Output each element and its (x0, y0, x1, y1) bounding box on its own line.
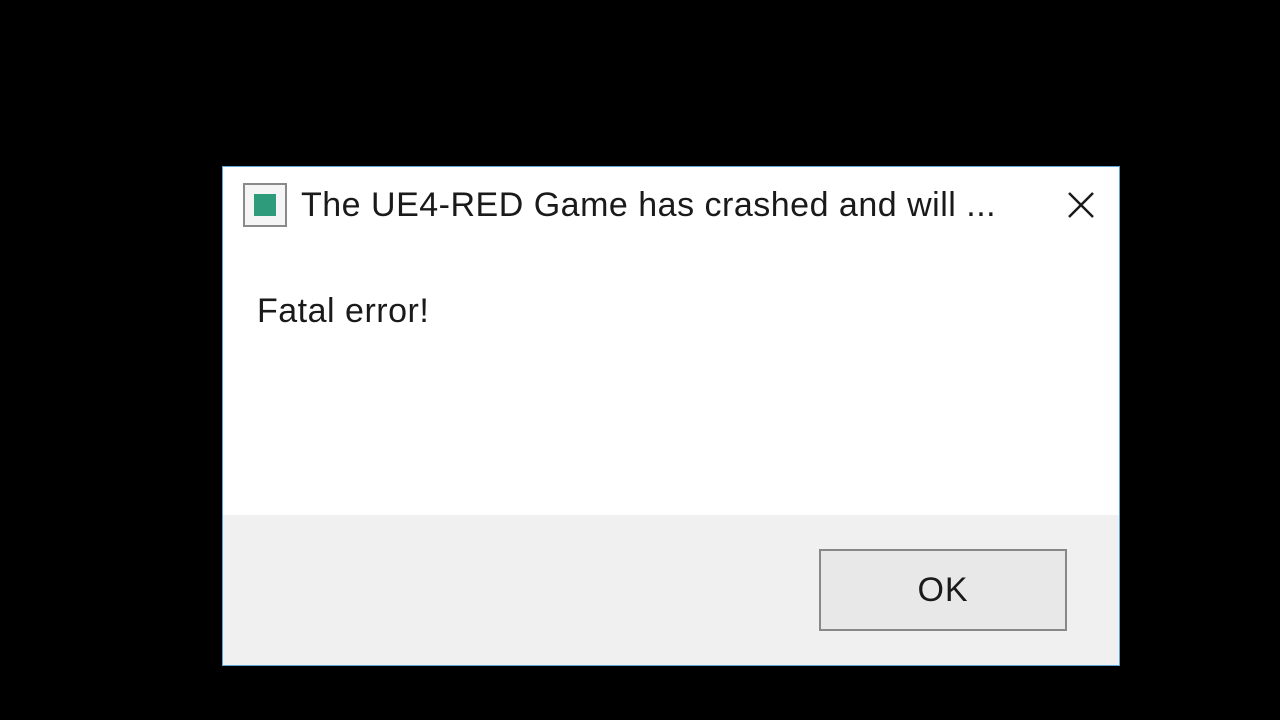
close-icon (1066, 190, 1096, 220)
dialog-titlebar[interactable]: The UE4-RED Game has crashed and will ..… (223, 167, 1119, 242)
app-icon-inner (254, 194, 276, 216)
ok-button[interactable]: OK (819, 549, 1067, 631)
error-message: Fatal error! (257, 292, 1085, 331)
error-dialog: The UE4-RED Game has crashed and will ..… (222, 166, 1120, 666)
dialog-button-bar: OK (223, 515, 1119, 665)
dialog-body: Fatal error! (223, 242, 1119, 515)
app-icon (243, 183, 287, 227)
dialog-title: The UE4-RED Game has crashed and will ..… (301, 188, 1051, 222)
close-button[interactable] (1051, 177, 1111, 232)
